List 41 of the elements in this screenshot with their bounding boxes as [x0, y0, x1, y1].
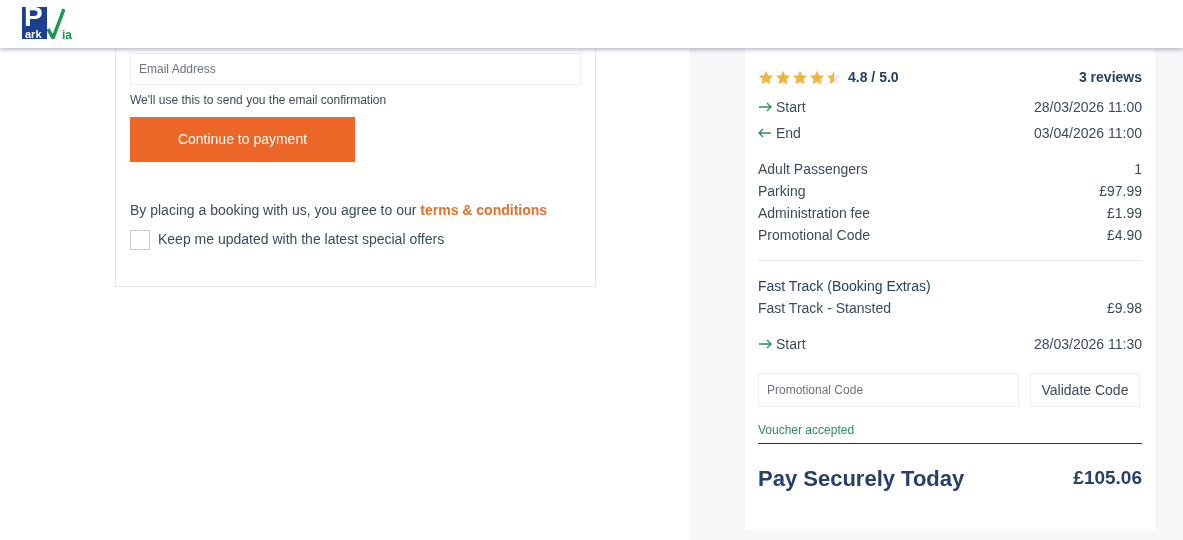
star-icon — [792, 69, 808, 85]
extras-title: Fast Track (Booking Extras) — [758, 276, 932, 296]
charge-label: Administration fee — [758, 203, 871, 223]
arrow-right-icon — [758, 102, 772, 112]
date-value: 03/04/2026 11:00 — [1034, 123, 1142, 143]
total-amount: £105.06 — [1073, 466, 1142, 491]
charge-value: 1 — [1134, 159, 1142, 179]
validate-code-button[interactable]: Validate Code — [1030, 373, 1140, 407]
charge-value: £4.90 — [1106, 225, 1142, 245]
star-icon — [809, 69, 825, 85]
charge-value: £1.99 — [1106, 203, 1142, 223]
date-label: End — [776, 123, 801, 143]
star-icon — [758, 69, 774, 85]
charge-label: Parking — [758, 181, 806, 201]
rating-score: 4.8 / 5.0 — [848, 67, 899, 87]
logo-letter: P — [24, 3, 43, 31]
arrow-right-icon — [758, 339, 772, 349]
logo-word: ark — [25, 29, 42, 40]
parkvia-logo[interactable]: P ark ia — [22, 5, 80, 43]
arrow-left-icon — [758, 128, 772, 138]
charge-value: £9.98 — [1106, 298, 1142, 318]
total-label: Pay Securely Today — [758, 465, 965, 493]
charge-value: £97.99 — [1099, 181, 1142, 201]
date-label: Start — [776, 97, 806, 117]
star-icon — [775, 69, 791, 85]
charge-label: Promotional Code — [758, 225, 871, 245]
checkbox-label: Keep me updated with the latest special offers — [158, 230, 445, 249]
date-label: Start — [776, 334, 806, 354]
date-value: 28/03/2026 11:30 — [1034, 334, 1142, 354]
voucher-message: Voucher accepted — [758, 423, 855, 437]
email-field[interactable]: Email Address — [130, 53, 581, 85]
promo-code-field[interactable]: Promotional Code — [758, 373, 1019, 407]
logo-suffix: ia — [62, 29, 72, 41]
agreement-text: By placing a booking with us, you agree to our terms & conditions — [130, 201, 549, 220]
checkbox[interactable] — [130, 229, 150, 250]
charge-label: Adult Passengers — [758, 159, 868, 179]
date-value: 28/03/2026 11:00 — [1034, 97, 1142, 117]
star-icon — [826, 69, 842, 85]
email-hint: We'll use this to send you the email confirmation — [130, 92, 388, 109]
charge-label: Fast Track - Stansted — [758, 298, 892, 318]
reviews-count[interactable]: 3 reviews — [1078, 66, 1142, 88]
